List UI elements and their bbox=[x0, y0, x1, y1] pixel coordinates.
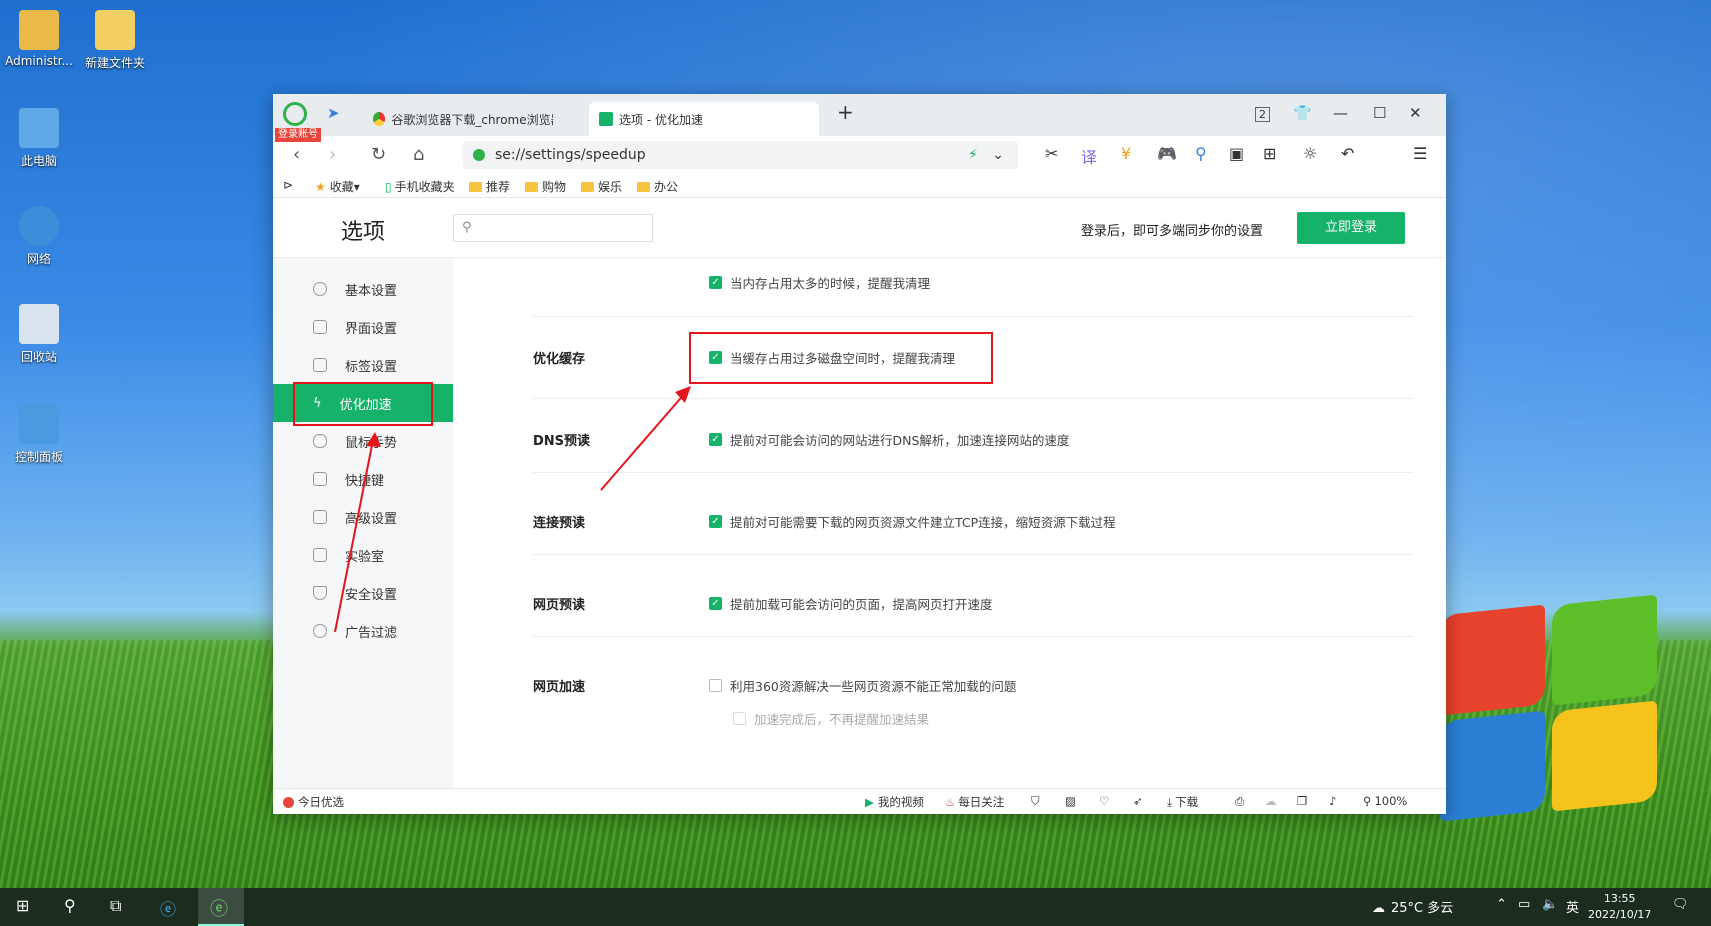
desktop-icon-admin[interactable]: Administr... bbox=[0, 10, 78, 68]
translate-icon[interactable]: 译 bbox=[1081, 144, 1097, 168]
taskbar-360-browser[interactable]: ⓔ bbox=[198, 888, 244, 926]
tab-count-badge[interactable]: 2 bbox=[1255, 107, 1270, 122]
windows-logo bbox=[1440, 594, 1670, 830]
window-restore-icon[interactable]: ❐ bbox=[1297, 794, 1307, 808]
rocket-icon[interactable]: ➶ bbox=[1133, 794, 1143, 808]
folder-icon bbox=[637, 181, 650, 192]
login-tip: 登录后，即可多端同步你的设置 bbox=[1081, 224, 1264, 239]
bookmark-recommend[interactable]: 推荐 bbox=[469, 178, 510, 195]
option-accel-no-remind: 加速完成后，不再提醒加速结果 bbox=[733, 709, 929, 728]
maximize-button[interactable]: ☐ bbox=[1373, 104, 1386, 122]
search-icon[interactable]: ⚲ bbox=[64, 896, 76, 915]
fire-icon: ♨ bbox=[945, 795, 956, 809]
reader-icon[interactable]: ▣ bbox=[1229, 144, 1244, 163]
heart-health-icon[interactable]: ♡ bbox=[1099, 794, 1109, 808]
folder-icon bbox=[581, 181, 594, 192]
desktop-icon-control-panel[interactable]: 控制面板 bbox=[0, 404, 78, 465]
zoom-level[interactable]: ⚲ 100% bbox=[1363, 794, 1407, 808]
checkbox-unchecked[interactable] bbox=[709, 679, 722, 692]
edge-browser-icon[interactable]: ⓔ bbox=[160, 896, 176, 920]
360-browser-icon: ⓔ bbox=[210, 899, 228, 920]
my-video[interactable]: ▶ 我的视频 bbox=[865, 794, 924, 810]
computer-icon bbox=[19, 108, 59, 148]
user-folder-icon bbox=[19, 10, 59, 50]
checkbox-disabled bbox=[733, 712, 746, 725]
today-picks[interactable]: 今日优选 bbox=[283, 794, 344, 810]
screenshot-icon[interactable]: ▨ bbox=[1065, 794, 1076, 808]
lightning-icon[interactable]: ⚡ bbox=[968, 147, 978, 163]
network-globe-icon bbox=[19, 206, 59, 246]
taskbar: ⊞ ⚲ ⧉ ⓔ ⓔ ☁ 25°C 多云 ⌃ ▭ 🔈 英 13:55 2022/10… bbox=[0, 888, 1711, 926]
tab-settings-speedup[interactable]: 选项 - 优化加速 bbox=[589, 102, 819, 136]
clock[interactable]: 13:55 2022/10/17 bbox=[1588, 891, 1651, 923]
menu-icon[interactable]: ☰ bbox=[1413, 144, 1427, 163]
notification-icon[interactable]: 🗨 bbox=[1672, 897, 1689, 912]
option-page-prefetch[interactable]: ✓ 提前加载可能会访问的页面，提高网页打开速度 bbox=[709, 594, 993, 613]
download-button[interactable]: ⤓ 下载 bbox=[1167, 794, 1198, 810]
divider bbox=[533, 636, 1413, 637]
status-bar: 今日优选 ▶ 我的视频 ♨ 每日关注 ⛉ ▨ ♡ ➶ ⤓ 下载 ⎙ ☁ ❐ ♪ ⚲ 10… bbox=[273, 788, 1446, 814]
game-icon[interactable]: 🎮 bbox=[1157, 144, 1177, 163]
network-tray-icon[interactable]: ▭ bbox=[1518, 897, 1530, 912]
volume-icon[interactable]: ♪ bbox=[1329, 794, 1336, 808]
secure-icon bbox=[473, 149, 485, 161]
new-tab-button[interactable]: + bbox=[837, 100, 854, 124]
volume-tray-icon[interactable]: 🔈 bbox=[1542, 897, 1558, 912]
close-button[interactable]: ✕ bbox=[1409, 104, 1422, 122]
shield-status-icon[interactable]: ⛉ bbox=[1031, 794, 1040, 809]
minimize-button[interactable]: — bbox=[1333, 104, 1348, 122]
task-view-icon[interactable]: ⧉ bbox=[110, 896, 121, 916]
recycle-bin-icon bbox=[19, 304, 59, 344]
skin-icon[interactable]: 👕 bbox=[1293, 104, 1312, 122]
option-page-accel[interactable]: 利用360资源解决一些网页资源不能正常加载的问题 bbox=[709, 676, 1016, 695]
apps-grid-icon[interactable]: ⊞ bbox=[1263, 144, 1276, 163]
start-windows-icon[interactable]: ⊞ bbox=[16, 896, 29, 915]
bookmark-entertainment[interactable]: 娱乐 bbox=[581, 178, 622, 195]
undo-icon[interactable]: ↶ bbox=[1341, 144, 1354, 163]
desktop-icon-new-folder[interactable]: 新建文件夹 bbox=[76, 10, 154, 71]
chevron-down-icon[interactable]: ⌄ bbox=[992, 147, 1004, 163]
ime-indicator[interactable]: 英 bbox=[1566, 897, 1579, 916]
scissors-icon[interactable]: ✂ bbox=[1045, 144, 1058, 163]
cloud-icon: ☁ bbox=[1372, 901, 1385, 916]
search-tool-icon[interactable]: ⚲ bbox=[1195, 144, 1207, 163]
settings-search-input[interactable]: ⚲ bbox=[453, 214, 653, 242]
settings-favicon-icon bbox=[599, 112, 613, 126]
play-icon: ▶ bbox=[865, 795, 874, 809]
annotation-arrow-cache bbox=[600, 386, 691, 491]
browser-window: 登录账号 ➤ 谷歌浏览器下载_chrome浏览器官 选项 - 优化加速 + 2 … bbox=[273, 94, 1446, 814]
desktop-icon-recycle-bin[interactable]: 回收站 bbox=[0, 304, 78, 365]
annotation-arrow-sidebar bbox=[334, 432, 381, 633]
heart-icon bbox=[283, 796, 294, 808]
checkbox-checked[interactable]: ✓ bbox=[709, 597, 722, 610]
print-icon[interactable]: ⎙ bbox=[1235, 794, 1244, 809]
download-icon: ⤓ bbox=[1167, 794, 1173, 809]
daily-focus[interactable]: ♨ 每日关注 bbox=[945, 794, 1004, 810]
coupon-icon[interactable]: ¥ bbox=[1121, 144, 1131, 163]
bookmark-office[interactable]: 办公 bbox=[637, 178, 678, 195]
folder-icon bbox=[525, 181, 538, 192]
brightness-icon[interactable]: ☼ bbox=[1303, 144, 1317, 163]
login-button[interactable]: 立即登录 bbox=[1297, 212, 1405, 244]
cloud-icon[interactable]: ☁ bbox=[1265, 794, 1277, 808]
zoom-icon: ⚲ bbox=[1363, 794, 1372, 808]
address-bar[interactable]: se://settings/speedup ⚡ ⌄ bbox=[463, 141, 1018, 169]
label-page-accel: 网页加速 bbox=[533, 680, 586, 695]
settings-content: ✓ 当内存占用太多的时候，提醒我清理 优化缓存 ✓ 当缓存占用过多磁盘空间时，提醒我… bbox=[453, 258, 1446, 788]
label-page-prefetch: 网页预读 bbox=[533, 598, 586, 613]
control-panel-icon bbox=[19, 404, 59, 444]
weather[interactable]: ☁ 25°C 多云 bbox=[1372, 897, 1453, 916]
desktop-icon-network[interactable]: 网络 bbox=[0, 206, 78, 267]
folder-icon bbox=[95, 10, 135, 50]
bookmark-shopping[interactable]: 购物 bbox=[525, 178, 566, 195]
tray-expand-icon[interactable]: ⌃ bbox=[1496, 897, 1507, 912]
desktop-icon-this-pc[interactable]: 此电脑 bbox=[0, 108, 78, 169]
